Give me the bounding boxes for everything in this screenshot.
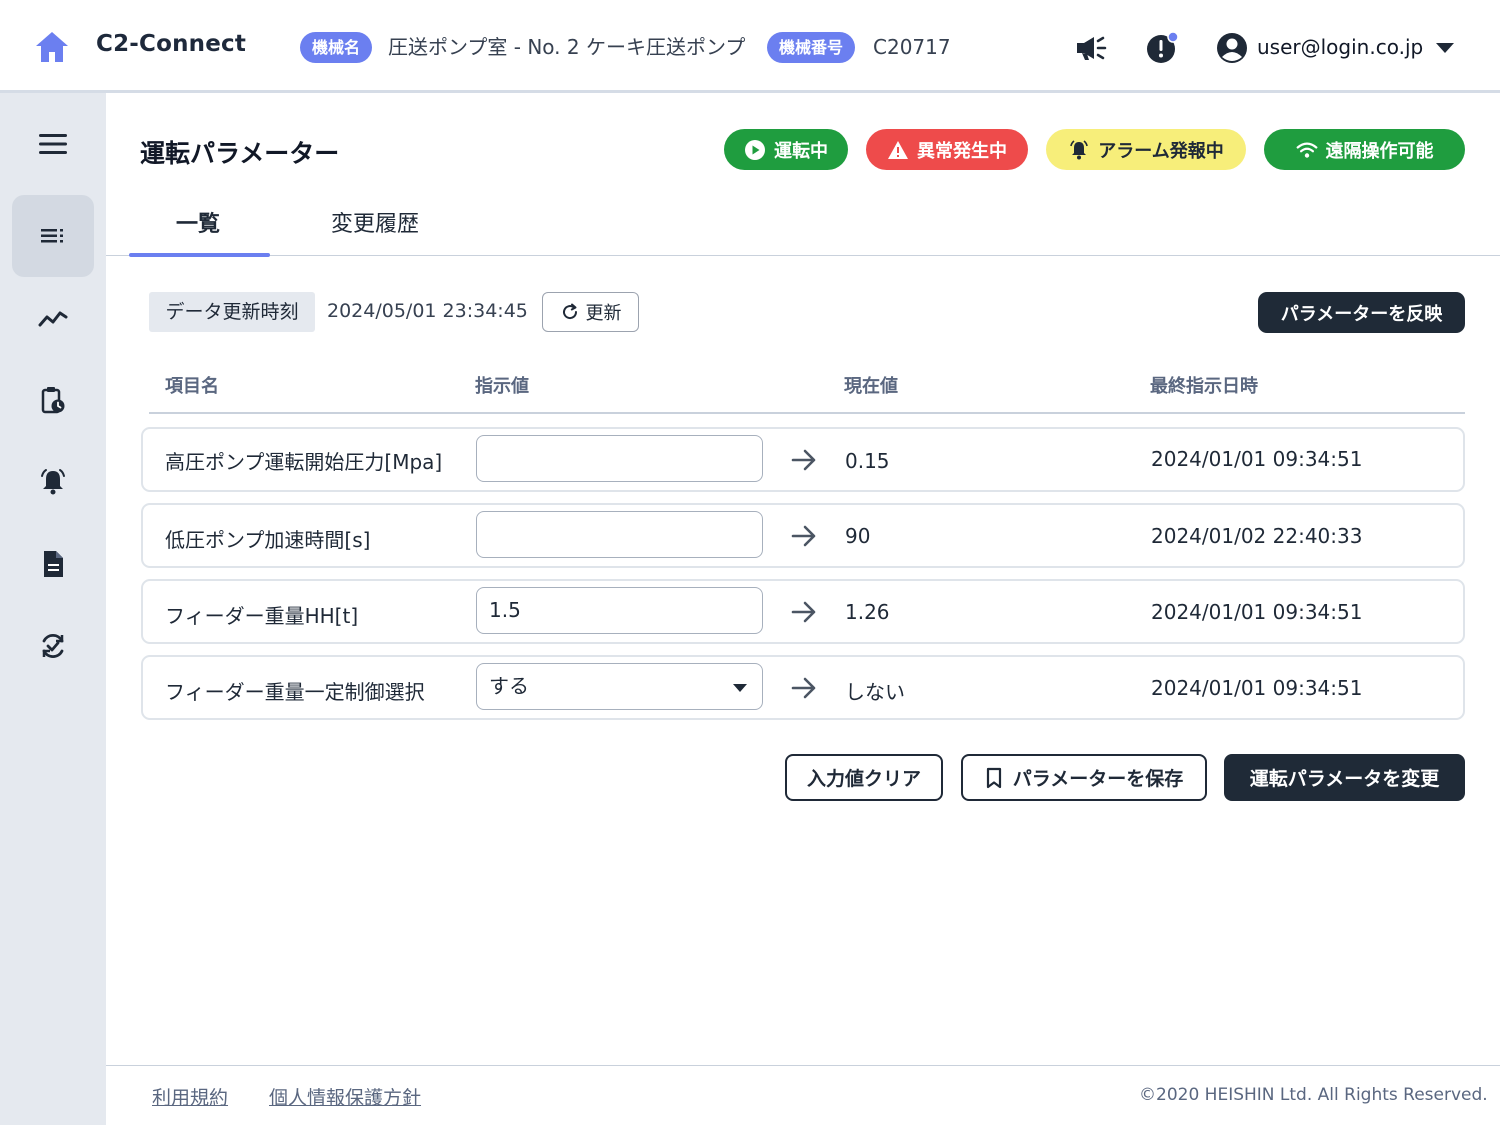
last-instruction-date: 2024/01/01 09:34:51 — [1151, 600, 1363, 624]
apply-parameters-button[interactable]: パラメーターを反映 — [1258, 292, 1465, 333]
sidebar-item-history[interactable] — [12, 359, 94, 441]
instruction-input[interactable] — [476, 435, 763, 482]
terms-link[interactable]: 利用規約 — [152, 1083, 228, 1110]
column-header-current: 現在値 — [844, 376, 898, 397]
wifi-icon — [1296, 142, 1317, 158]
arrow-right-icon — [791, 525, 816, 547]
current-value: 90 — [845, 524, 871, 548]
bell-icon — [41, 469, 65, 495]
status-remote-label: 遠隔操作可能 — [1325, 140, 1434, 162]
trend-icon — [38, 311, 68, 327]
brand-logo[interactable]: C2-Connect — [96, 31, 246, 57]
machine-number: C20717 — [873, 35, 951, 59]
status-running: 運転中 — [724, 129, 848, 170]
machine-name: 圧送ポンプ室 - No. 2 ケーキ圧送ポンプ — [388, 35, 746, 59]
copyright: ©2020 HEISHIN Ltd. All Rights Reserved. — [1139, 1085, 1488, 1105]
select-value: する — [489, 674, 529, 698]
sidebar-item-menu[interactable] — [12, 103, 94, 185]
refresh-label: 更新 — [585, 303, 622, 324]
column-header-instruction: 指示値 — [475, 376, 529, 397]
change-parameters-button[interactable]: 運転パラメータを変更 — [1224, 754, 1465, 801]
sidebar-item-alarm[interactable] — [12, 441, 94, 523]
refresh-button[interactable]: 更新 — [542, 292, 639, 332]
timestamp-label: データ更新時刻 — [149, 292, 315, 332]
bookmark-icon — [986, 767, 1001, 788]
user-icon[interactable] — [1216, 32, 1248, 64]
document-icon — [44, 551, 63, 577]
status-alarm-label: アラーム発報中 — [1098, 140, 1224, 162]
clear-input-button[interactable]: 入力値クリア — [785, 754, 943, 801]
footer-divider — [106, 1065, 1500, 1066]
sidebar-item-trend[interactable] — [12, 277, 94, 359]
sidebar-item-document[interactable] — [12, 523, 94, 605]
sidebar-item-sync[interactable] — [12, 605, 94, 687]
current-value: 0.15 — [845, 449, 890, 473]
save-parameters-button[interactable]: パラメーターを保存 — [961, 754, 1207, 801]
status-error-label: 異常発生中 — [917, 140, 1007, 162]
current-value: しない — [845, 680, 905, 704]
app-header: C2-Connect 機械名 圧送ポンプ室 - No. 2 ケーキ圧送ポンプ 機… — [0, 0, 1500, 93]
arrow-right-icon — [791, 677, 816, 699]
arrow-right-icon — [791, 601, 816, 623]
sidebar — [0, 93, 106, 1125]
table-row: フィーダー重量一定制御選択 する しない 2024/01/01 09:34:51 — [141, 655, 1465, 720]
column-header-last-date: 最終指示日時 — [1150, 376, 1258, 397]
caret-down-icon[interactable] — [1435, 42, 1455, 54]
status-running-label: 運転中 — [774, 140, 828, 162]
status-remote: 遠隔操作可能 — [1264, 129, 1465, 170]
parameter-name: フィーダー重量HH[t] — [165, 604, 359, 628]
parameter-name: 低圧ポンプ加速時間[s] — [165, 528, 371, 552]
play-icon — [745, 139, 765, 160]
machine-number-badge: 機械番号 — [767, 32, 856, 63]
save-parameters-label: パラメーターを保存 — [1012, 768, 1184, 790]
arrow-right-icon — [791, 449, 816, 471]
tab-history[interactable]: 変更履歴 — [331, 206, 419, 238]
machine-name-badge: 機械名 — [300, 32, 373, 63]
tab-list[interactable]: 一覧 — [176, 206, 220, 238]
warning-icon — [888, 140, 908, 159]
bell-ring-icon — [1070, 139, 1089, 159]
header-divider — [149, 412, 1465, 414]
tabs-divider — [106, 255, 1500, 256]
sidebar-item-list[interactable] — [12, 195, 94, 277]
last-instruction-date: 2024/01/01 09:34:51 — [1151, 676, 1363, 700]
status-error: 異常発生中 — [866, 129, 1028, 170]
refresh-icon — [562, 303, 577, 320]
parameter-name: フィーダー重量一定制御選択 — [165, 680, 425, 704]
column-header-name: 項目名 — [165, 376, 219, 397]
last-instruction-date: 2024/01/02 22:40:33 — [1151, 524, 1363, 548]
clipboard-clock-icon — [41, 387, 65, 414]
current-value: 1.26 — [845, 600, 890, 624]
chevron-down-icon — [733, 684, 747, 692]
table-row: 低圧ポンプ加速時間[s] 90 2024/01/02 22:40:33 — [141, 503, 1465, 568]
instruction-select[interactable]: する — [476, 663, 763, 710]
instruction-input[interactable]: 1.5 — [476, 587, 763, 634]
active-tab-indicator — [129, 253, 270, 257]
sync-check-icon — [42, 634, 64, 658]
privacy-link[interactable]: 個人情報保護方針 — [269, 1083, 421, 1110]
status-alarm: アラーム発報中 — [1046, 129, 1246, 170]
table-row: 高圧ポンプ運転開始圧力[Mpa] 0.15 2024/01/01 09:34:5… — [141, 427, 1465, 492]
last-instruction-date: 2024/01/01 09:34:51 — [1151, 447, 1363, 471]
clear-input-label: 入力値クリア — [806, 768, 921, 790]
page-title: 運転パラメーター — [140, 139, 340, 168]
home-icon[interactable] — [34, 30, 70, 64]
list-icon — [41, 229, 63, 243]
timestamp-value: 2024/05/01 23:34:45 — [327, 300, 528, 322]
alert-icon[interactable] — [1145, 31, 1179, 65]
parameter-name: 高圧ポンプ運転開始圧力[Mpa] — [165, 450, 443, 474]
user-email[interactable]: user@login.co.jp — [1257, 35, 1423, 59]
menu-icon — [39, 134, 67, 154]
table-row: フィーダー重量HH[t] 1.5 1.26 2024/01/01 09:34:5… — [141, 579, 1465, 644]
megaphone-icon[interactable] — [1074, 33, 1108, 63]
instruction-input[interactable] — [476, 511, 763, 558]
